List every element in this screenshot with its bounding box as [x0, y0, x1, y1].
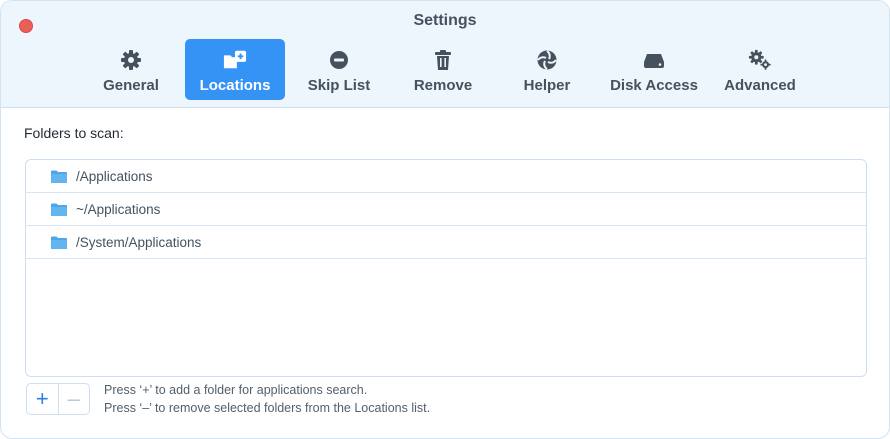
- tab-general-label: General: [103, 77, 159, 94]
- folder-path: ~/Applications: [76, 201, 161, 217]
- list-item[interactable]: /System/Applications: [26, 226, 866, 259]
- tab-locations-label: Locations: [199, 77, 271, 94]
- gear-icon: [119, 48, 143, 72]
- tab-disk-access[interactable]: Disk Access: [601, 39, 707, 100]
- tab-disk-access-label: Disk Access: [610, 77, 698, 94]
- disk-icon: [642, 48, 666, 72]
- tab-remove-label: Remove: [413, 77, 473, 94]
- folder-icon: [51, 236, 67, 249]
- window-title: Settings: [413, 12, 477, 29]
- list-item[interactable]: /Applications: [26, 160, 866, 193]
- aperture-icon: [535, 48, 559, 72]
- hint-add: Press ‘+’ to add a folder for applicatio…: [104, 383, 368, 397]
- minus-circle-icon: [327, 48, 351, 72]
- folders-heading: Folders to scan:: [24, 125, 124, 141]
- tab-advanced[interactable]: Advanced: [711, 39, 809, 100]
- folder-path: /System/Applications: [76, 234, 202, 250]
- gears-icon: [748, 48, 772, 72]
- trash-icon: [431, 48, 455, 72]
- tab-skip-list[interactable]: Skip List: [289, 39, 389, 100]
- tab-helper[interactable]: Helper: [497, 39, 597, 100]
- list-item[interactable]: ~/Applications: [26, 193, 866, 226]
- folder-add-icon: [223, 48, 247, 72]
- settings-window: Settings General Locations Skip List Rem…: [0, 0, 890, 439]
- folder-path: /Applications: [76, 168, 153, 184]
- titlebar-toolbar: Settings General Locations Skip List Rem…: [1, 1, 889, 108]
- tab-advanced-label: Advanced: [724, 77, 796, 94]
- tab-locations[interactable]: Locations: [185, 39, 285, 100]
- add-folder-button[interactable]: +: [27, 384, 59, 414]
- folder-list[interactable]: /Applications ~/Applications /System/App…: [25, 159, 867, 377]
- folder-icon: [51, 170, 67, 183]
- tab-skip-list-label: Skip List: [307, 77, 371, 94]
- tab-helper-label: Helper: [523, 77, 571, 94]
- remove-folder-button[interactable]: –: [59, 384, 90, 414]
- folder-icon: [51, 203, 67, 216]
- add-remove-buttons: + –: [26, 383, 90, 415]
- tab-remove[interactable]: Remove: [393, 39, 493, 100]
- hint-remove: Press ‘–’ to remove selected folders fro…: [104, 401, 431, 415]
- tab-general[interactable]: General: [81, 39, 181, 100]
